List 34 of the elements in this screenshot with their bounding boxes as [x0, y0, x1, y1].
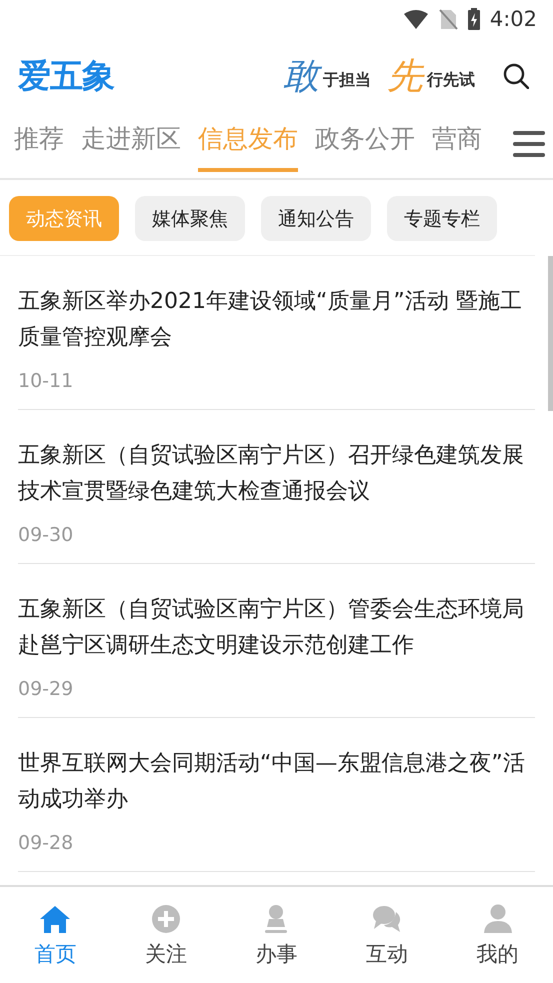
news-item[interactable]: 五象新区（自贸试验区南宁片区）管委会生态环境局赴邕宁区调研生态文明建设示范创建工作 09-29 [18, 564, 535, 718]
plus-circle-icon [150, 904, 181, 934]
app-logo: 爱五象 [18, 54, 114, 96]
no-sim-icon [438, 8, 458, 30]
filter-chip[interactable]: 专题专栏 [387, 196, 497, 241]
slogan-text: 先 [387, 54, 423, 98]
news-item[interactable]: 五象新区举办2021年建设领域“质量月”活动 暨施工质量管控观摩会 10-11 [18, 256, 535, 410]
nav-tab[interactable]: 我的 [442, 887, 553, 983]
news-date: 09-28 [18, 832, 74, 854]
news-date: 09-30 [18, 524, 74, 546]
clock-time: 4:02 [490, 7, 537, 31]
news-title: 世界互联网大会同期活动“中国—东盟信息港之夜”活动成功举办 [18, 750, 526, 814]
search-icon [503, 63, 529, 89]
news-item[interactable]: 五象新区（自贸试验区南宁片区）召开绿色建筑发展技术宣贯暨绿色建筑大检查通报会议 09-30 [18, 410, 535, 564]
person-icon [482, 904, 513, 934]
news-date: 10-11 [18, 370, 74, 392]
news-title: 五象新区举办2021年建设领域“质量月”活动 暨施工质量管控观摩会 [18, 288, 523, 352]
slogan-text: 行先试 [427, 70, 475, 90]
search-button[interactable] [503, 63, 529, 89]
chat-icon [372, 904, 402, 934]
filter-chip[interactable]: 媒体聚焦 [135, 196, 245, 241]
nav-tab[interactable]: 互动 [332, 887, 442, 983]
nav-tab[interactable]: 办事 [221, 887, 332, 983]
battery-icon [468, 8, 480, 30]
news-title: 五象新区（自贸试验区南宁片区）管委会生态环境局赴邕宁区调研生态文明建设示范创建工作 [18, 596, 525, 660]
news-date: 09-29 [18, 678, 74, 700]
filter-chip[interactable]: 通知公告 [261, 196, 371, 241]
slogan-text: 于担当 [323, 70, 371, 90]
wifi-icon [402, 9, 429, 29]
home-icon [40, 904, 70, 934]
news-item[interactable]: 世界互联网大会同期活动“中国—东盟信息港之夜”活动成功举办 09-28 [18, 718, 535, 872]
nav-tab[interactable]: 关注 [110, 887, 222, 983]
news-title: 五象新区（自贸试验区南宁片区）召开绿色建筑发展技术宣贯暨绿色建筑大检查通报会议 [18, 442, 525, 506]
nav-tab[interactable]: 首页 [0, 887, 111, 983]
